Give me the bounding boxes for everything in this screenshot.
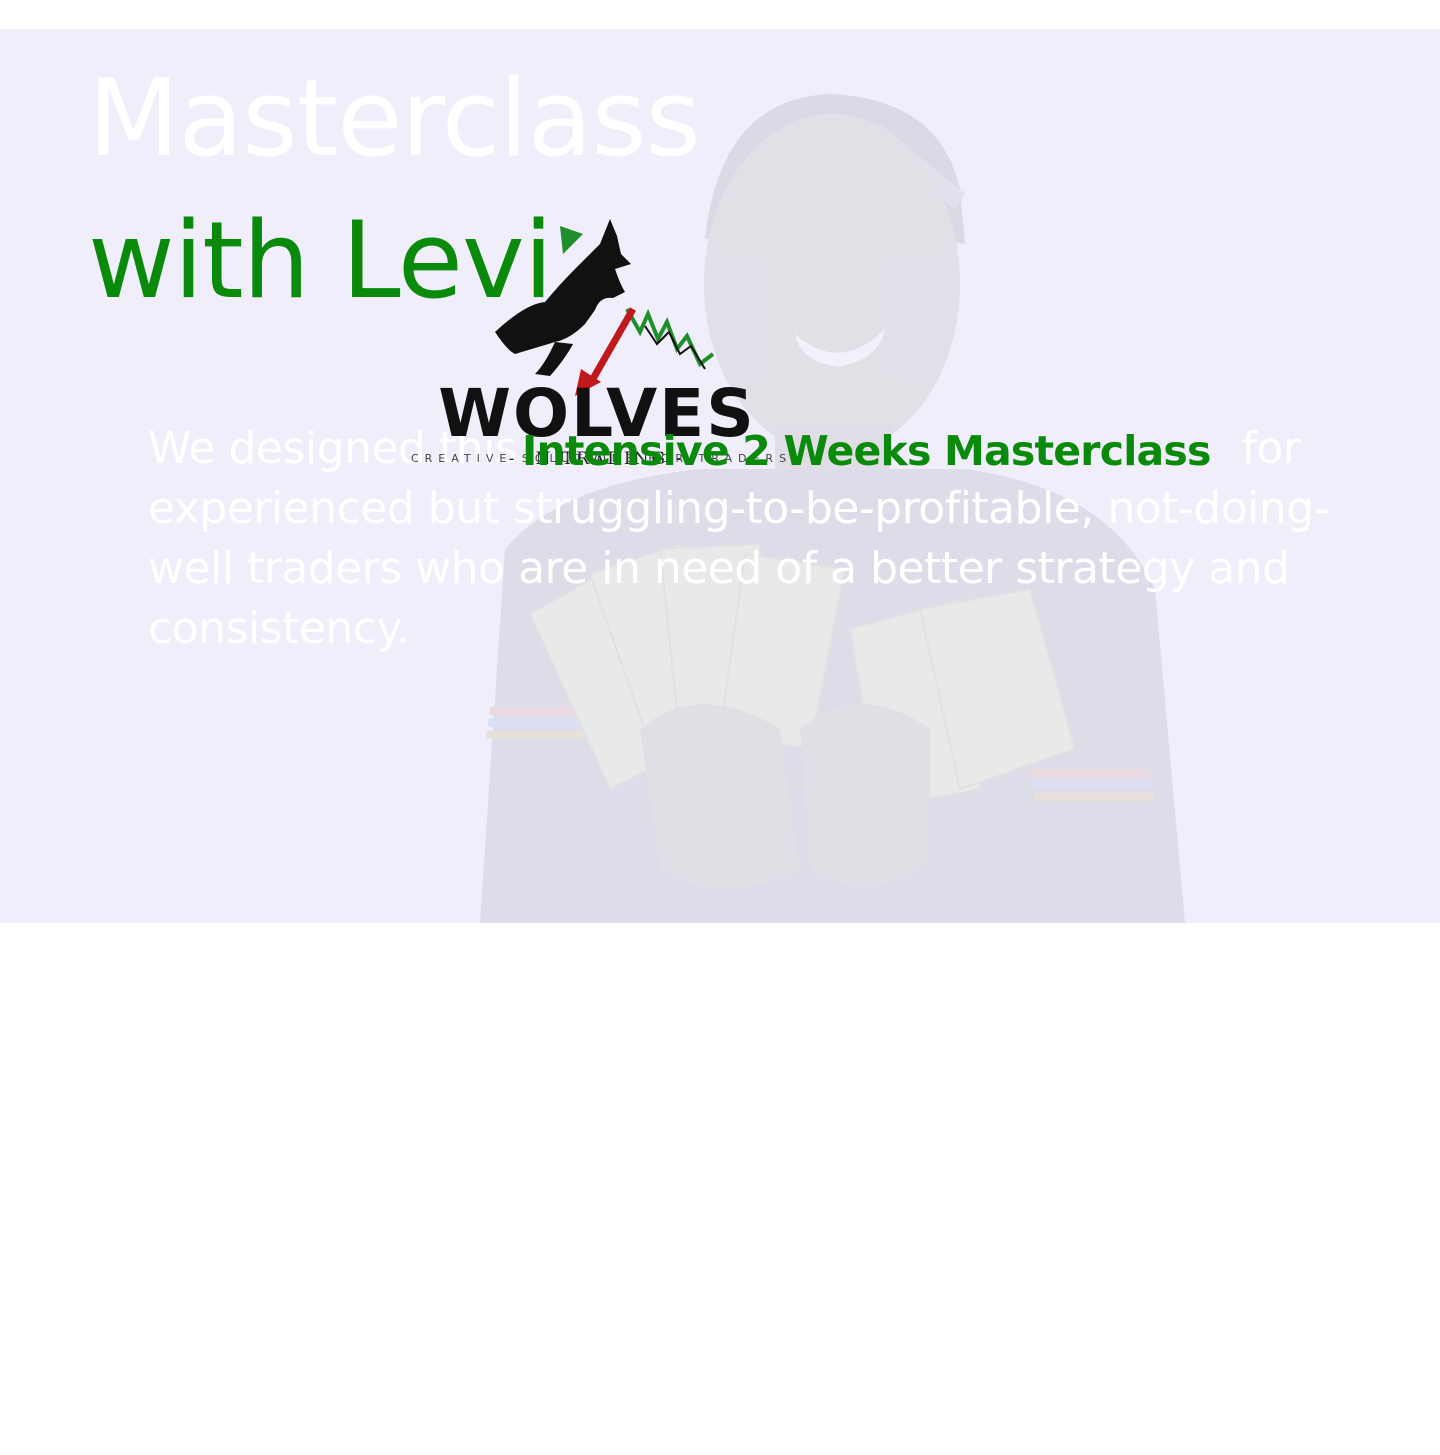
hero-title-masterclass: Masterclass	[88, 57, 701, 180]
top-strip	[0, 0, 1440, 29]
page: Masterclass with Levi We designed this I…	[0, 0, 1440, 1455]
hero-section: Masterclass with Levi We designed this I…	[0, 29, 1440, 923]
logo-red-arrow	[586, 307, 637, 386]
logo-chart-line	[625, 308, 715, 368]
logo-flag-shape	[560, 226, 583, 254]
highlight-intensive-masterclass: Intensive 2 Weeks Masterclass	[522, 427, 1211, 475]
